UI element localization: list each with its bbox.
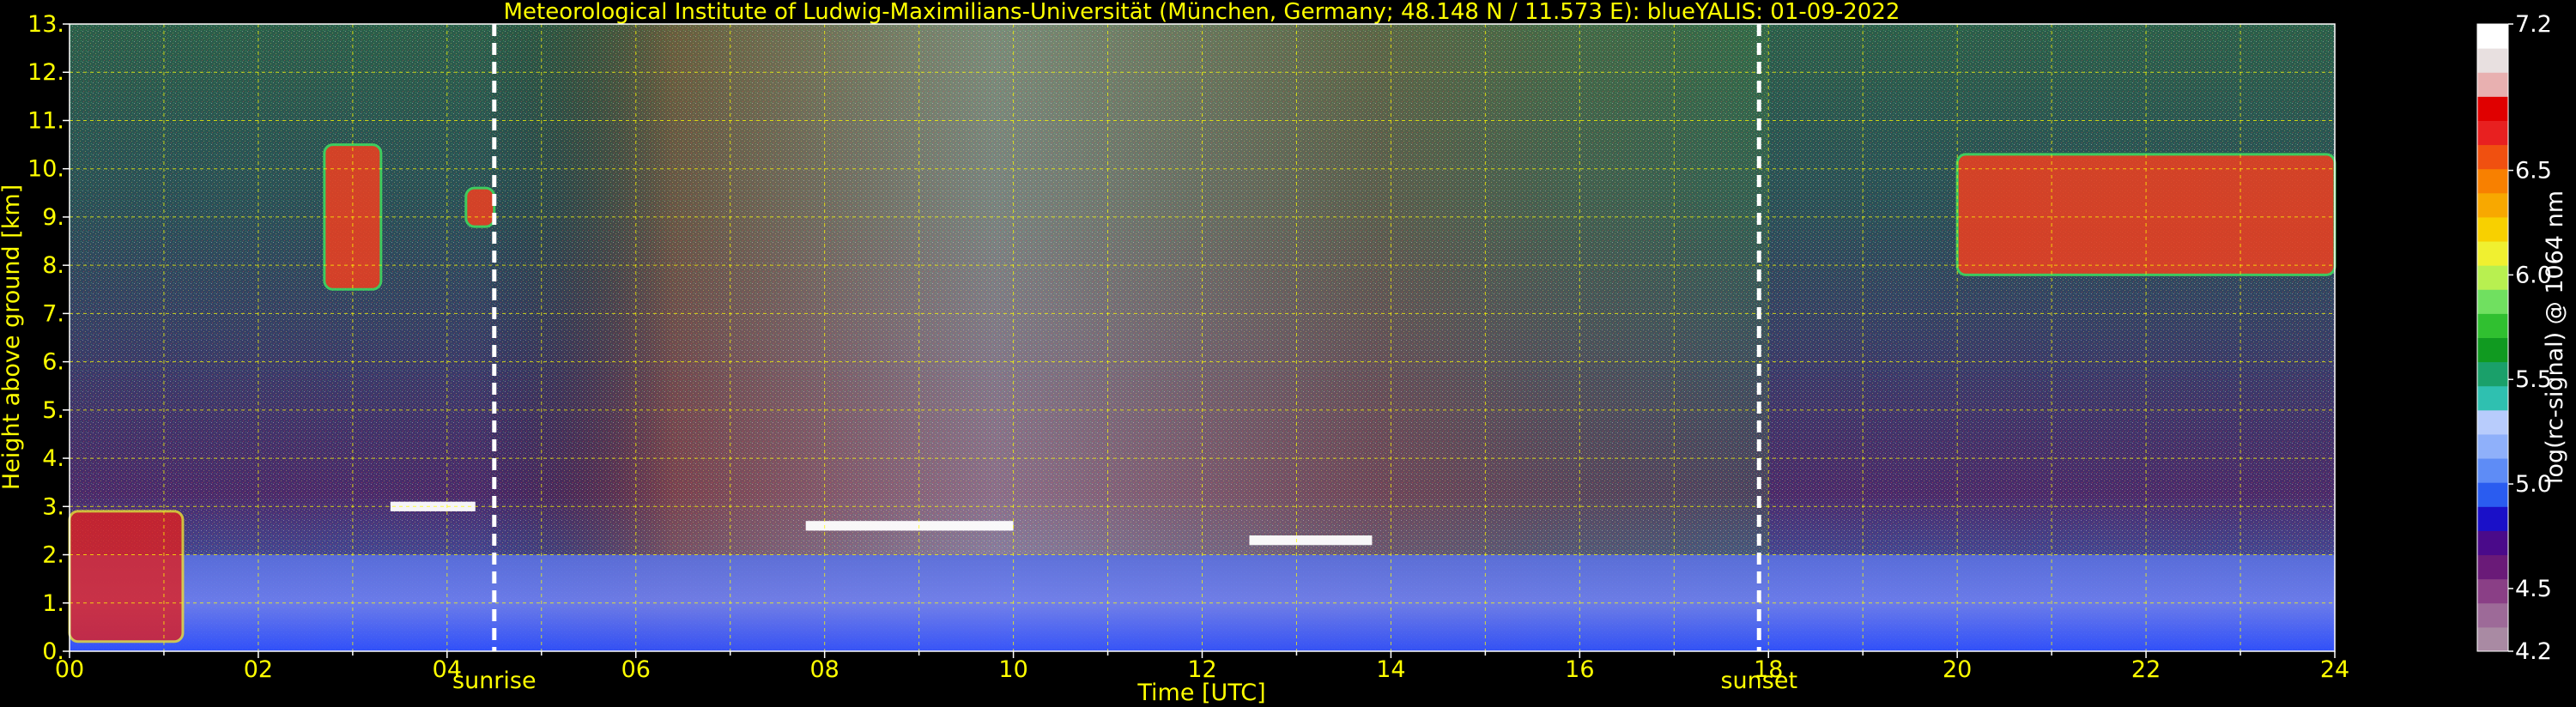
lidar-figure: Meteorological Institute of Ludwig-Maxim… <box>0 0 2568 706</box>
colorbar-segment <box>2477 216 2508 242</box>
feature-cirrus-cloud <box>464 186 496 228</box>
colorbar-tick-label: 7.2 <box>2515 11 2552 38</box>
colorbar-segment <box>2477 168 2508 194</box>
x-tick-label: 14 <box>1376 656 1405 683</box>
y-axis-ticks: 0. 1. 2. 3. 4. 5. 6. 7. 8. 9. 10. 11. 12. 13. <box>27 11 70 665</box>
chart-title: Meteorological Institute of Ludwig-Maxim… <box>504 0 1900 25</box>
colorbar-tick-label: 6.5 <box>2515 158 2552 184</box>
colorbar-segment <box>2477 313 2508 338</box>
plot-area <box>68 24 2337 651</box>
y-tick-label: 12. <box>27 59 64 86</box>
x-tick-label: 04 <box>433 656 462 683</box>
x-tick-label: 10 <box>998 656 1027 683</box>
feature-cloud-layer <box>1249 535 1373 546</box>
y-tick-label: 10. <box>27 156 64 183</box>
colorbar-segment <box>2477 120 2508 146</box>
y-tick-label: 4. <box>42 445 64 472</box>
y-tick-label: 0. <box>42 638 64 665</box>
colorbar-segment <box>2477 289 2508 314</box>
y-tick-label: 1. <box>42 590 64 617</box>
colorbar-segment <box>2477 385 2508 411</box>
feature-low-cloud <box>68 510 185 644</box>
colorbar-segment <box>2477 433 2508 459</box>
colorbar-segment <box>2477 409 2508 435</box>
y-tick-label: 11. <box>27 107 64 134</box>
colorbar-segment <box>2477 265 2508 290</box>
colorbar-segment <box>2477 192 2508 218</box>
colorbar-segment <box>2477 48 2508 73</box>
colorbar <box>2476 23 2509 652</box>
colorbar-segment <box>2477 24 2508 49</box>
feature-cirrus-cloud <box>1955 153 2337 276</box>
y-tick-label: 8. <box>42 252 64 279</box>
colorbar-segment <box>2477 72 2508 97</box>
colorbar-segment <box>2477 554 2508 580</box>
colorbar-segment <box>2477 482 2508 507</box>
colorbar-segment <box>2477 361 2508 387</box>
colorbar-tick-label: 4.2 <box>2515 638 2552 665</box>
feature-cloud-layer <box>805 521 1014 531</box>
colorbar-segment <box>2477 458 2508 483</box>
y-tick-label: 6. <box>42 349 64 376</box>
colorbar-segment <box>2477 144 2508 170</box>
x-tick-label: 24 <box>2320 656 2349 683</box>
sun-event-label: sunrise <box>452 668 536 694</box>
x-tick-label: 02 <box>244 656 273 683</box>
x-tick-label: 20 <box>1943 656 1972 683</box>
colorbar-segment <box>2477 578 2508 604</box>
x-tick-label: 06 <box>621 656 651 683</box>
colorbar-segment <box>2477 530 2508 556</box>
x-axis-ticks: 00 02 04 06 08 10 12 14 16 18 20 22 24 <box>55 651 2349 683</box>
colorbar-segment <box>2477 96 2508 121</box>
y-tick-label: 13. <box>27 11 64 38</box>
y-axis-label: Height above ground [km] <box>0 184 25 490</box>
colorbar-segment <box>2477 626 2508 652</box>
x-axis-label: Time [UTC] <box>1136 680 1265 706</box>
colorbar-segment <box>2477 241 2508 266</box>
y-tick-label: 3. <box>42 493 64 520</box>
x-tick-label: 18 <box>1754 656 1783 683</box>
y-tick-label: 2. <box>42 542 64 569</box>
y-tick-label: 5. <box>42 397 64 424</box>
y-tick-label: 9. <box>42 204 64 231</box>
colorbar-label: log(rc-signal) @ 1064 nm <box>2542 190 2568 484</box>
colorbar-segment <box>2477 337 2508 363</box>
colorbar-segment <box>2477 506 2508 531</box>
x-tick-label: 08 <box>809 656 839 683</box>
y-tick-label: 7. <box>42 300 64 327</box>
x-tick-label: 22 <box>2131 656 2161 683</box>
x-tick-label: 16 <box>1565 656 1594 683</box>
colorbar-segment <box>2477 602 2508 628</box>
colorbar-tick-label: 4.5 <box>2515 576 2552 602</box>
